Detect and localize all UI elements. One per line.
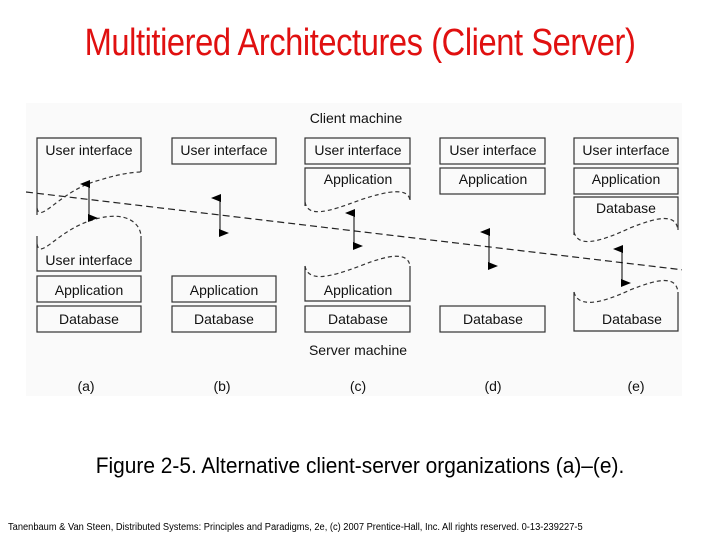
- split-curve: [36, 215, 142, 250]
- split-curve: [304, 191, 411, 213]
- diagram-canvas: Client machine Server machine User inter…: [26, 110, 682, 394]
- application-box-text: Application: [55, 282, 124, 298]
- database-box-text: Database: [463, 311, 523, 327]
- split-curve: [304, 255, 411, 278]
- application-box-text: Application: [190, 282, 259, 298]
- database-box-text: Database: [59, 311, 119, 327]
- client-machine-label: Client machine: [310, 110, 403, 126]
- split-curve: [573, 218, 679, 243]
- column-e: User interface Application Database Data…: [573, 137, 679, 394]
- slide-title: Multitiered Architectures (Client Server…: [84, 22, 636, 64]
- ui-box-text: User interface: [45, 252, 132, 268]
- ui-box-text: User interface: [582, 142, 669, 158]
- column-b: User interface Application Database (b): [171, 137, 277, 394]
- ui-box-text: User interface: [314, 142, 401, 158]
- ui-box-text: User interface: [45, 142, 132, 158]
- column-label-b: (b): [213, 378, 230, 394]
- column-label-a: (a): [77, 378, 94, 394]
- application-box-text: Application: [324, 171, 393, 187]
- column-label-e: (e): [627, 378, 644, 394]
- application-box-text: Application: [592, 171, 661, 187]
- database-box-text: Database: [194, 311, 254, 327]
- split-curve: [573, 280, 679, 303]
- application-box-text: Application: [459, 171, 528, 187]
- database-box-text: Database: [596, 200, 656, 216]
- client-server-diagram: Client machine Server machine User inter…: [26, 103, 682, 396]
- copyright-footer: Tanenbaum & Van Steen, Distributed Syste…: [8, 522, 583, 533]
- column-label-d: (d): [484, 378, 501, 394]
- figure-caption: Figure 2-5. Alternative client-server or…: [95, 453, 625, 478]
- application-box-text: Application: [324, 282, 393, 298]
- database-box-text: Database: [602, 311, 662, 327]
- column-a: User interface User interface Applicatio…: [36, 137, 142, 394]
- server-machine-label: Server machine: [309, 342, 407, 358]
- ui-box-text: User interface: [449, 142, 536, 158]
- database-box-text: Database: [328, 311, 388, 327]
- ui-box-text: User interface: [180, 142, 267, 158]
- column-d: User interface Application Database (d): [439, 137, 546, 394]
- column-label-c: (c): [350, 378, 366, 394]
